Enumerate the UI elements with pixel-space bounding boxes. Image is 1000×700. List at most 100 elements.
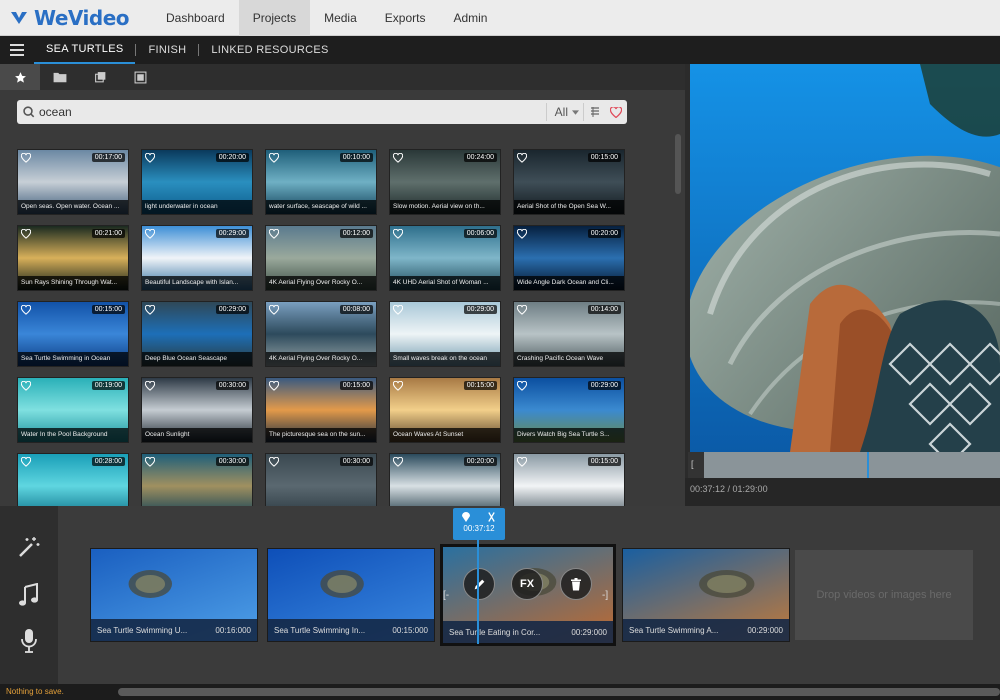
heart-icon[interactable] [517, 305, 527, 315]
folders-tab[interactable] [40, 64, 80, 90]
media-thumbnail[interactable]: 00:21:00 Sun Rays Shining Through Wat... [17, 225, 129, 291]
media-thumbnail[interactable]: 00:29:00 Divers Watch Big Sea Turtle S..… [513, 377, 625, 443]
media-thumbnail[interactable]: 00:08:00 4K Aerial Flying Over Rocky O..… [265, 301, 377, 367]
clip-trim-start-icon[interactable]: [- [443, 590, 449, 601]
clip-trim-end-icon[interactable]: -] [602, 590, 608, 601]
heart-icon[interactable] [517, 153, 527, 163]
media-thumbnail[interactable]: 00:15:00 The picturesque sea on the sun.… [265, 377, 377, 443]
media-scrollbar[interactable] [675, 134, 681, 194]
heart-icon[interactable] [517, 229, 527, 239]
media-thumbnail[interactable]: 00:30:00 Ocean Sunlight [141, 377, 253, 443]
timeline-clip[interactable]: Sea Turtle Swimming In... 00:15:000 [267, 548, 435, 642]
media-thumbnail[interactable]: 00:14:00 Crashing Pacific Ocean Wave [513, 301, 625, 367]
filter-dropdown[interactable]: All [545, 103, 583, 121]
heart-icon[interactable] [393, 153, 403, 163]
media-thumbnail[interactable]: 00:10:00 water surface, seascape of wild… [265, 149, 377, 215]
media-thumbnail[interactable]: 00:20:00 [389, 453, 501, 506]
main-nav: Dashboard Projects Media Exports Admin [152, 0, 501, 36]
delete-clip-button[interactable] [560, 568, 592, 600]
heart-icon[interactable] [145, 229, 155, 239]
media-thumbnail[interactable]: 00:30:00 [265, 453, 377, 506]
heart-icon[interactable] [393, 381, 403, 391]
media-thumbnail[interactable]: 00:29:00 Small waves break on the ocean [389, 301, 501, 367]
heart-icon[interactable] [393, 305, 403, 315]
media-thumbnail[interactable]: 00:19:00 Water In the Pool Background [17, 377, 129, 443]
media-thumbnail[interactable]: 00:20:00 Wide Angle Dark Ocean and Cli..… [513, 225, 625, 291]
media-thumbnail[interactable]: 00:15:00 Ocean Waves At Sunset [389, 377, 501, 443]
media-thumbnail[interactable]: 00:15:00 Aerial Shot of the Open Sea W..… [513, 149, 625, 215]
project-tabs: SEA TURTLES FINISH LINKED RESOURCES [34, 36, 341, 64]
heart-icon[interactable] [269, 457, 279, 467]
search-input[interactable] [39, 101, 546, 123]
thumbnail-duration: 00:10:00 [339, 153, 373, 162]
magic-wand-button[interactable] [14, 532, 44, 562]
favorites-filter-button[interactable] [605, 103, 627, 121]
heart-icon[interactable] [393, 457, 403, 467]
stack-tab[interactable] [120, 64, 160, 90]
clip-title: Sea Turtle Swimming In... [274, 625, 366, 635]
heart-icon[interactable] [21, 229, 31, 239]
thumbnail-caption: Ocean Waves At Sunset [390, 428, 500, 442]
heart-icon[interactable] [21, 381, 31, 391]
record-voice-button[interactable] [14, 626, 44, 656]
media-thumbnail[interactable]: 00:17:00 Open seas. Open water. Ocean ..… [17, 149, 129, 215]
preview-scrubber[interactable]: [ [688, 452, 1000, 478]
media-thumbnail[interactable]: 00:12:00 4K Aerial Flying Over Rocky O..… [265, 225, 377, 291]
audio-button[interactable] [14, 580, 44, 610]
heart-icon[interactable] [269, 305, 279, 315]
scrubber-playhead[interactable] [866, 452, 869, 478]
edit-clip-button[interactable] [463, 568, 495, 600]
project-tab-linked-resources[interactable]: LINKED RESOURCES [199, 36, 340, 64]
layers-tab[interactable] [80, 64, 120, 90]
media-thumbnail[interactable]: 00:29:00 Beautiful Landscape with Islan.… [141, 225, 253, 291]
hamburger-menu-icon[interactable] [0, 36, 34, 64]
project-tab-bar: SEA TURTLES FINISH LINKED RESOURCES [0, 36, 1000, 64]
heart-icon[interactable] [145, 381, 155, 391]
heart-icon[interactable] [145, 457, 155, 467]
heart-icon[interactable] [145, 153, 155, 163]
nav-item-exports[interactable]: Exports [371, 0, 440, 36]
media-thumbnail[interactable]: 00:15:00 [513, 453, 625, 506]
heart-icon[interactable] [21, 153, 31, 163]
clip-duration: 00:16:000 [215, 625, 251, 635]
save-status: Nothing to save. [6, 687, 64, 696]
heart-icon[interactable] [145, 305, 155, 315]
heart-icon[interactable] [269, 381, 279, 391]
sort-button[interactable] [583, 103, 605, 121]
video-preview[interactable] [690, 64, 1000, 452]
timeline-scrollbar[interactable] [118, 688, 1000, 696]
app-logo[interactable]: WeVideo [10, 6, 130, 30]
media-thumbnail[interactable]: 00:30:00 [141, 453, 253, 506]
trash-icon [571, 577, 581, 590]
heart-icon[interactable] [21, 457, 31, 467]
heart-icon[interactable] [393, 229, 403, 239]
nav-item-dashboard[interactable]: Dashboard [152, 0, 239, 36]
nav-item-projects[interactable]: Projects [238, 0, 311, 36]
heart-icon[interactable] [269, 229, 279, 239]
media-thumbnail[interactable]: 00:28:00 [17, 453, 129, 506]
heart-icon[interactable] [517, 457, 527, 467]
fx-button[interactable]: FX [511, 568, 543, 600]
timeline-dropzone[interactable]: Drop videos or images here [795, 550, 973, 640]
playhead-line[interactable] [477, 540, 479, 644]
thumbnail-caption: Deep Blue Ocean Seascape [142, 352, 252, 366]
favorites-tab[interactable] [0, 64, 40, 90]
nav-item-admin[interactable]: Admin [439, 0, 501, 36]
heart-icon[interactable] [517, 381, 527, 391]
media-thumbnail[interactable]: 00:20:00 light underwater in ocean [141, 149, 253, 215]
nav-item-media[interactable]: Media [310, 0, 371, 36]
playhead-marker[interactable]: 00:37:12 [453, 508, 505, 540]
project-tab-sea-turtles[interactable]: SEA TURTLES [34, 36, 136, 64]
heart-icon[interactable] [21, 305, 31, 315]
media-thumbnail[interactable]: 00:06:00 4K UHD Aerial Shot of Woman ... [389, 225, 501, 291]
scrubber-track[interactable] [704, 452, 1000, 478]
project-tab-finish[interactable]: FINISH [136, 36, 198, 64]
heart-icon[interactable] [269, 153, 279, 163]
thumbnail-duration: 00:15:00 [463, 381, 497, 390]
timeline-clip[interactable]: Sea Turtle Swimming U... 00:16:000 [90, 548, 258, 642]
timeline-clip[interactable]: Sea Turtle Swimming A... 00:29:000 [622, 548, 790, 642]
media-thumbnail[interactable]: 00:24:00 Slow motion. Aerial view on th.… [389, 149, 501, 215]
media-thumbnail[interactable]: 00:29:00 Deep Blue Ocean Seascape [141, 301, 253, 367]
media-thumbnail[interactable]: 00:15:00 Sea Turtle Swimming in Ocean [17, 301, 129, 367]
thumbnail-caption: Sun Rays Shining Through Wat... [18, 276, 128, 290]
